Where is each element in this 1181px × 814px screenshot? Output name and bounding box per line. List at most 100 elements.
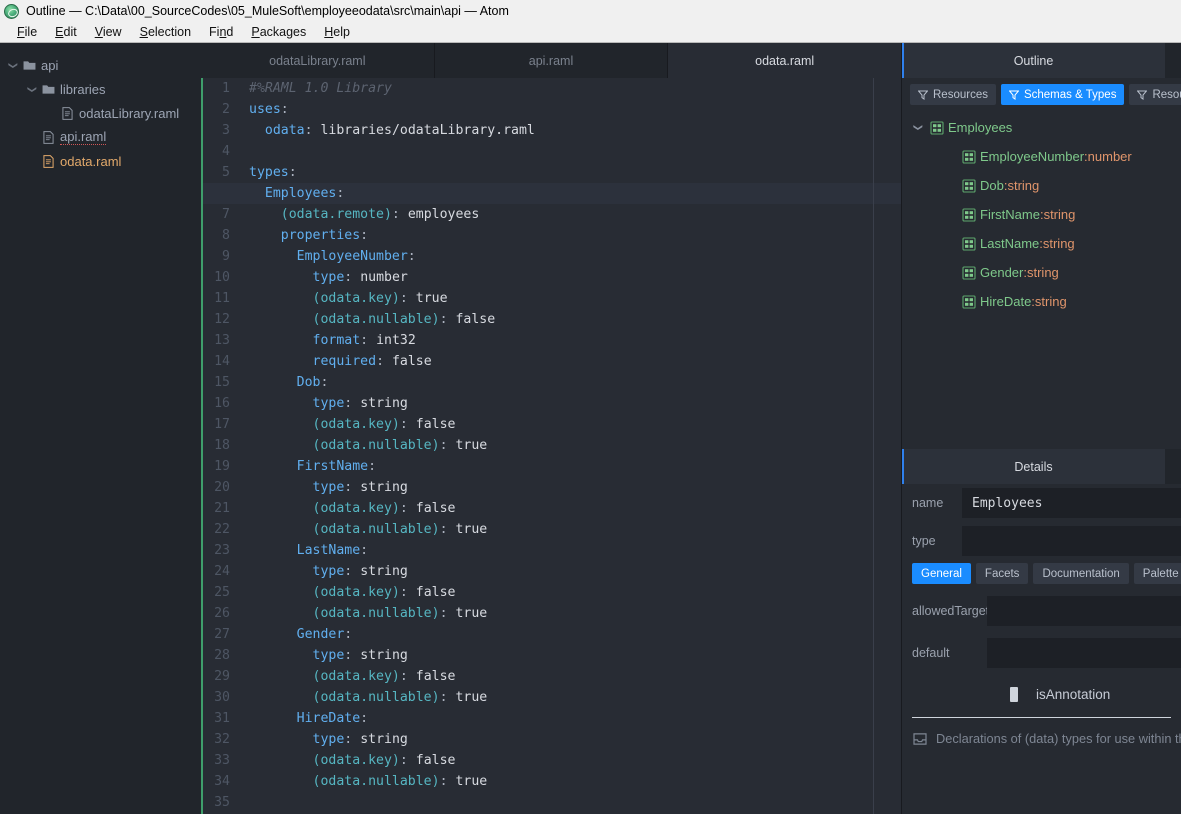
code-line[interactable]: type: string xyxy=(249,729,901,750)
menu-item-file[interactable]: File xyxy=(8,23,46,41)
editor-tab-api-raml[interactable]: api.raml xyxy=(435,43,669,78)
code-line[interactable]: EmployeeNumber: xyxy=(249,246,901,267)
code-token xyxy=(249,438,313,453)
outline-tree-row[interactable]: HireDate:string xyxy=(902,287,1181,316)
is-annotation-row[interactable]: isAnnotation xyxy=(902,674,1181,714)
code-line[interactable]: (odata.nullable): true xyxy=(249,603,901,624)
menu-item-edit[interactable]: Edit xyxy=(46,23,86,41)
outline-filter-resourc[interactable]: Resourc xyxy=(1129,84,1181,105)
code-line[interactable]: uses: xyxy=(249,99,901,120)
editor-tab-odata-raml[interactable]: odata.raml xyxy=(668,43,901,78)
code-token: false xyxy=(416,501,456,516)
tree-folder-row[interactable]: ❯libraries xyxy=(0,77,201,101)
code-line[interactable]: (odata.key): false xyxy=(249,414,901,435)
code-line[interactable]: (odata.key): false xyxy=(249,498,901,519)
code-line[interactable]: HireDate: xyxy=(249,708,901,729)
tree-file-row[interactable]: api.raml xyxy=(0,125,201,149)
code-line[interactable]: types: xyxy=(249,162,901,183)
code-line[interactable]: (odata.nullable): true xyxy=(249,687,901,708)
code-line[interactable] xyxy=(249,141,901,162)
schema-type-icon xyxy=(962,208,976,222)
line-number: 35 xyxy=(203,792,230,813)
code-line[interactable]: (odata.nullable): true xyxy=(249,771,901,792)
details-property-allowedTargets-input[interactable] xyxy=(987,596,1181,626)
editor-tab-odataLibrary-raml[interactable]: odataLibrary.raml xyxy=(201,43,435,78)
code-line[interactable]: (odata.key): false xyxy=(249,666,901,687)
code-line[interactable]: type: string xyxy=(249,645,901,666)
tree-file-row[interactable]: odata.raml xyxy=(0,149,201,173)
chevron-down-icon[interactable]: ❯ xyxy=(27,82,38,96)
code-line[interactable]: (odata.nullable): true xyxy=(249,519,901,540)
code-token xyxy=(249,669,313,684)
is-annotation-checkbox[interactable] xyxy=(1010,687,1018,702)
outline-tree-row[interactable]: FirstName:string xyxy=(902,200,1181,229)
code-token: types xyxy=(249,165,289,180)
code-line[interactable]: Gender: xyxy=(249,624,901,645)
code-line[interactable]: required: false xyxy=(249,351,901,372)
code-line[interactable]: odata: libraries/odataLibrary.raml xyxy=(249,120,901,141)
code-line[interactable]: properties: xyxy=(249,225,901,246)
details-tab-facets[interactable]: Facets xyxy=(976,563,1029,584)
code-line[interactable]: type: number xyxy=(249,267,901,288)
menu-item-view[interactable]: View xyxy=(86,23,131,41)
tree-item-label: api xyxy=(41,58,58,73)
outline-tree[interactable]: ❯ Employees EmployeeNumber:numberDob:strin… xyxy=(902,112,1181,449)
outline-tree-row[interactable]: EmployeeNumber:number xyxy=(902,142,1181,171)
outline-tree-row[interactable]: LastName:string xyxy=(902,229,1181,258)
chevron-down-icon[interactable]: ❯ xyxy=(8,58,19,72)
code-line[interactable]: type: string xyxy=(249,561,901,582)
tree-file-row[interactable]: odataLibrary.raml xyxy=(0,101,201,125)
outline-tree-row[interactable]: ❯ Employees xyxy=(902,113,1181,142)
details-property-default-input[interactable] xyxy=(987,638,1181,668)
code-line[interactable]: FirstName: xyxy=(249,456,901,477)
code-token: false xyxy=(416,753,456,768)
code-token: type xyxy=(313,480,345,495)
menu-item-help[interactable]: Help xyxy=(315,23,359,41)
tree-folder-row[interactable]: ❯ api xyxy=(0,53,201,77)
details-tab-filler xyxy=(1165,449,1181,484)
details-tab-palette[interactable]: Palette xyxy=(1134,563,1181,584)
code-line[interactable]: type: string xyxy=(249,393,901,414)
code-line[interactable]: (odata.nullable): true xyxy=(249,435,901,456)
code-line[interactable]: type: string xyxy=(249,477,901,498)
outline-tree-row[interactable]: Gender:string xyxy=(902,258,1181,287)
code-line[interactable]: (odata.nullable): false xyxy=(249,309,901,330)
code-token: (odata.key) xyxy=(313,669,400,684)
code-line[interactable]: #%RAML 1.0 Library xyxy=(249,78,901,99)
text-editor[interactable]: 1234567891011121314151617181920212223242… xyxy=(201,78,901,814)
details-tab-documentation[interactable]: Documentation xyxy=(1033,563,1128,584)
code-token: LastName xyxy=(297,543,361,558)
code-lines[interactable]: #%RAML 1.0 Libraryuses: odata: libraries… xyxy=(239,78,901,814)
code-token: : xyxy=(360,543,368,558)
details-field-name-input[interactable]: Employees xyxy=(962,488,1181,518)
tab-details[interactable]: Details xyxy=(902,449,1165,484)
code-line[interactable]: (odata.remote): employees xyxy=(249,204,901,225)
code-line[interactable]: LastName: xyxy=(249,540,901,561)
code-line[interactable]: (odata.key): false xyxy=(249,582,901,603)
code-line[interactable]: (odata.key): true xyxy=(249,288,901,309)
code-area[interactable]: 1234567891011121314151617181920212223242… xyxy=(203,78,901,814)
menu-item-packages[interactable]: Packages xyxy=(242,23,315,41)
chevron-down-icon[interactable]: ❯ xyxy=(913,120,924,136)
menu-item-find[interactable]: Find xyxy=(200,23,242,41)
code-line[interactable]: format: int32 xyxy=(249,330,901,351)
code-line[interactable] xyxy=(249,792,901,813)
outline-filter-label: Resourc xyxy=(1152,89,1181,101)
outline-filter-bar: ResourcesSchemas & Types Resourc xyxy=(902,78,1181,112)
code-token: : xyxy=(400,291,416,306)
code-line[interactable]: (odata.key): false xyxy=(249,750,901,771)
code-line[interactable]: Employees: xyxy=(249,183,901,204)
project-tree-view[interactable]: ❯api❯librariesodataLibrary.ramlapi.ramlo… xyxy=(0,43,201,814)
funnel-icon xyxy=(918,90,928,100)
details-tab-general[interactable]: General xyxy=(912,563,971,584)
outline-tree-row[interactable]: Dob:string xyxy=(902,171,1181,200)
code-token: : xyxy=(289,165,297,180)
outline-filter-schemas-types[interactable]: Schemas & Types xyxy=(1001,84,1124,105)
menu-item-selection[interactable]: Selection xyxy=(131,23,200,41)
outline-item-name: Employees xyxy=(948,120,1012,135)
details-field-type-input[interactable] xyxy=(962,526,1181,556)
line-number: 13 xyxy=(203,330,230,351)
outline-filter-resources[interactable]: Resources xyxy=(910,84,996,105)
code-line[interactable]: Dob: xyxy=(249,372,901,393)
tab-outline[interactable]: Outline xyxy=(902,43,1165,78)
